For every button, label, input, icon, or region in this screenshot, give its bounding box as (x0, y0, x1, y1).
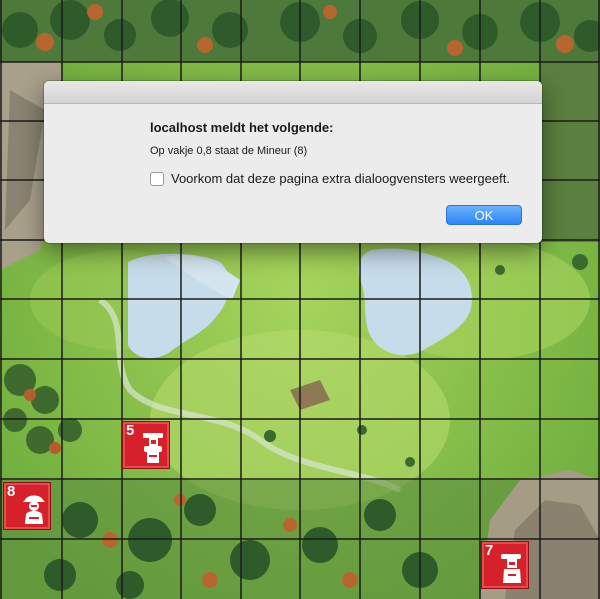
suppress-dialogs-option[interactable]: Voorkom dat deze pagina extra dialoogven… (150, 171, 510, 186)
piece-sergeant[interactable]: 5 (122, 421, 170, 469)
game-board: 5 8 7 localhost meldt het volgende: Op v… (0, 0, 600, 599)
piece-miner[interactable]: 8 (3, 482, 51, 530)
piece-rank: 7 (485, 542, 494, 559)
ok-button[interactable]: OK (446, 205, 522, 225)
lieutenant-icon (501, 554, 521, 583)
miner-icon (23, 495, 45, 524)
dialog-message: Op vakje 0,8 staat de Mineur (8) (150, 145, 308, 157)
suppress-dialogs-label: Voorkom dat deze pagina extra dialoogven… (171, 171, 510, 186)
alert-dialog: localhost meldt het volgende: Op vakje 0… (44, 81, 542, 243)
piece-rank: 8 (7, 483, 16, 500)
sergeant-icon (143, 433, 163, 463)
piece-lieutenant[interactable]: 7 (481, 541, 529, 589)
dialog-titlebar[interactable] (44, 81, 542, 104)
dialog-heading: localhost meldt het volgende: (150, 120, 334, 135)
suppress-dialogs-checkbox[interactable] (150, 171, 164, 186)
piece-rank: 5 (126, 422, 135, 439)
